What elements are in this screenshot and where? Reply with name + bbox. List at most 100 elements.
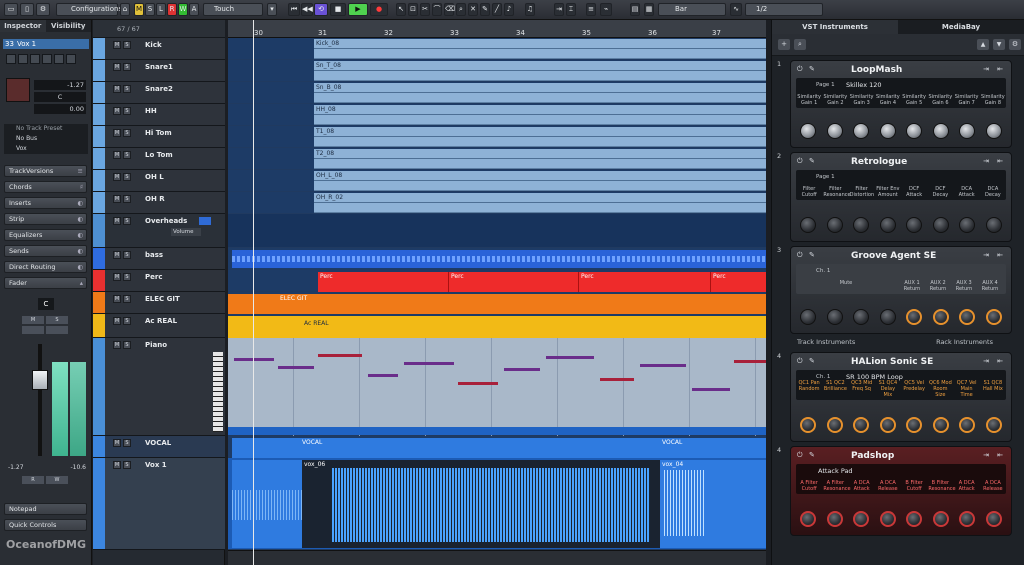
- mute-button[interactable]: M: [113, 295, 121, 303]
- zoom-tool-icon[interactable]: ⌕: [456, 3, 466, 16]
- section-fader[interactable]: Fader ▴: [4, 277, 87, 289]
- track-piano[interactable]: MS Piano: [93, 338, 225, 436]
- snap-to-zero-icon[interactable]: ⌁: [600, 3, 612, 16]
- quick-control-knob[interactable]: [932, 123, 949, 139]
- quick-control-knob[interactable]: [906, 309, 923, 325]
- midi-note[interactable]: [404, 362, 454, 365]
- arrange-window[interactable]: 30 31 32 33 34 35 36 37 Kick_08 Sn_T_08 …: [228, 20, 766, 565]
- automation-parameter[interactable]: Volume: [171, 228, 201, 236]
- quick-control-knob[interactable]: [985, 309, 1002, 325]
- track-ac-real[interactable]: MS Ac REAL: [93, 314, 225, 338]
- instrument-groove-agent-se[interactable]: ⏻ ✎ Groove Agent SE ⇥ ⇤ Ch. 1 Mute AUX 1…: [790, 246, 1012, 334]
- solo-button[interactable]: [18, 54, 28, 64]
- mute-button[interactable]: M: [113, 41, 121, 49]
- mute-button[interactable]: M: [113, 273, 121, 281]
- edit-icon[interactable]: ✎: [809, 451, 815, 459]
- perc-event[interactable]: Perc: [448, 272, 578, 292]
- track-name[interactable]: Kick: [145, 41, 162, 49]
- power-icon[interactable]: ⏻: [797, 65, 803, 74]
- input-icon[interactable]: ⇥: [983, 451, 989, 459]
- track-name[interactable]: OH R: [145, 195, 165, 203]
- track-name[interactable]: Perc: [145, 273, 162, 281]
- track-name[interactable]: Lo Tom: [145, 151, 173, 159]
- perc-event[interactable]: Perc: [578, 272, 710, 292]
- piano-keyboard[interactable]: [213, 352, 223, 432]
- track-name[interactable]: Snare1: [145, 63, 173, 71]
- edit-icon[interactable]: ✎: [809, 65, 815, 73]
- delay-readout[interactable]: 0.00: [34, 104, 86, 114]
- power-icon[interactable]: ⏻: [797, 157, 803, 166]
- quick-control-knob[interactable]: [906, 123, 923, 139]
- fader-listen-button[interactable]: [22, 326, 44, 334]
- solo-button[interactable]: S: [123, 439, 131, 447]
- elec-git-event[interactable]: ELEC GIT: [228, 294, 766, 314]
- track-name[interactable]: Vox 1: [145, 461, 167, 469]
- quick-control-knob[interactable]: [932, 309, 949, 325]
- read-mode-button[interactable]: R: [167, 3, 177, 16]
- tab-mediabay[interactable]: MediaBay: [898, 20, 1024, 34]
- midi-note[interactable]: [692, 388, 730, 391]
- audio-event[interactable]: Sn_T_08: [314, 61, 766, 81]
- track-vocal[interactable]: MS VOCAL: [93, 436, 225, 458]
- mute-mode-button[interactable]: M: [134, 3, 144, 16]
- fader-solo-button[interactable]: S: [46, 316, 68, 324]
- track-picture[interactable]: [6, 78, 30, 102]
- quick-control-knob[interactable]: [959, 217, 976, 233]
- section-direct-routing[interactable]: Direct Routing ◐: [4, 261, 87, 273]
- section-chords[interactable]: Chords ♯: [4, 181, 87, 193]
- midi-note[interactable]: [278, 366, 314, 369]
- quick-control-knob[interactable]: [879, 511, 896, 527]
- track-vox-1[interactable]: MS Vox 1: [93, 458, 225, 550]
- auto-mode-button[interactable]: A: [189, 3, 199, 16]
- track-lo-tom[interactable]: MS Lo Tom: [93, 148, 225, 170]
- quick-control-knob[interactable]: [906, 511, 923, 527]
- move-down-icon[interactable]: ▼: [993, 39, 1005, 50]
- track-preset-field[interactable]: No Track Preset: [4, 124, 88, 134]
- speaker-icon[interactable]: ♫: [525, 3, 535, 16]
- quick-control-knob[interactable]: [985, 417, 1002, 433]
- quick-control-knob[interactable]: [826, 309, 843, 325]
- mute-button[interactable]: M: [113, 85, 121, 93]
- pointer-tool-icon[interactable]: ↖: [396, 3, 406, 16]
- midi-note[interactable]: [368, 374, 398, 377]
- quantize-icon[interactable]: ∿: [730, 3, 742, 16]
- midi-note[interactable]: [318, 354, 362, 357]
- midi-note[interactable]: [458, 382, 498, 385]
- solo-button[interactable]: S: [123, 63, 131, 71]
- mute-tool-icon[interactable]: ✕: [468, 3, 478, 16]
- mute-button[interactable]: M: [113, 107, 121, 115]
- mute-button[interactable]: M: [113, 251, 121, 259]
- instrument-loopmash[interactable]: ⏻ ✎ LoopMash ⇥ ⇤ Page 1 Skillex 120 Simi…: [790, 60, 1012, 148]
- midi-note[interactable]: [600, 378, 634, 381]
- track-snare2[interactable]: MS Snare2: [93, 82, 225, 104]
- write-mode-button[interactable]: W: [178, 3, 188, 16]
- track-name[interactable]: VOCAL: [145, 439, 171, 447]
- quick-control-knob[interactable]: [826, 123, 843, 139]
- mute-button[interactable]: [6, 54, 16, 64]
- track-oh-r[interactable]: MS OH R: [93, 192, 225, 214]
- cycle-icon[interactable]: ⟲: [314, 3, 328, 16]
- solo-button[interactable]: S: [123, 251, 131, 259]
- tab-vst-instruments[interactable]: VST Instruments: [772, 20, 898, 34]
- track-oh-l[interactable]: MS OH L: [93, 170, 225, 192]
- track-kick[interactable]: MS Kick: [93, 38, 225, 60]
- audio-event[interactable]: T2_08: [314, 149, 766, 169]
- track-name[interactable]: Hi Tom: [145, 129, 172, 137]
- track-name[interactable]: HH: [145, 107, 157, 115]
- track-hi-tom[interactable]: MS Hi Tom: [93, 126, 225, 148]
- stop-icon[interactable]: ■: [330, 3, 346, 16]
- mute-button[interactable]: M: [113, 439, 121, 447]
- track-name[interactable]: Ac REAL: [145, 317, 177, 325]
- quick-control-knob[interactable]: [906, 417, 923, 433]
- mute-button[interactable]: M: [113, 317, 121, 325]
- search-icon[interactable]: ⌕: [794, 39, 806, 50]
- solo-mode-button[interactable]: S: [145, 3, 155, 16]
- mute-button[interactable]: M: [113, 195, 121, 203]
- quick-control-knob[interactable]: [959, 123, 976, 139]
- quick-control-knob[interactable]: [800, 417, 817, 433]
- quick-control-knob[interactable]: [879, 417, 896, 433]
- audio-event[interactable]: OH_L_08: [314, 171, 766, 191]
- horizontal-scrollbar[interactable]: [228, 550, 766, 565]
- audio-event[interactable]: Sn_B_08: [314, 83, 766, 103]
- chevron-down-icon[interactable]: ▾: [267, 3, 277, 16]
